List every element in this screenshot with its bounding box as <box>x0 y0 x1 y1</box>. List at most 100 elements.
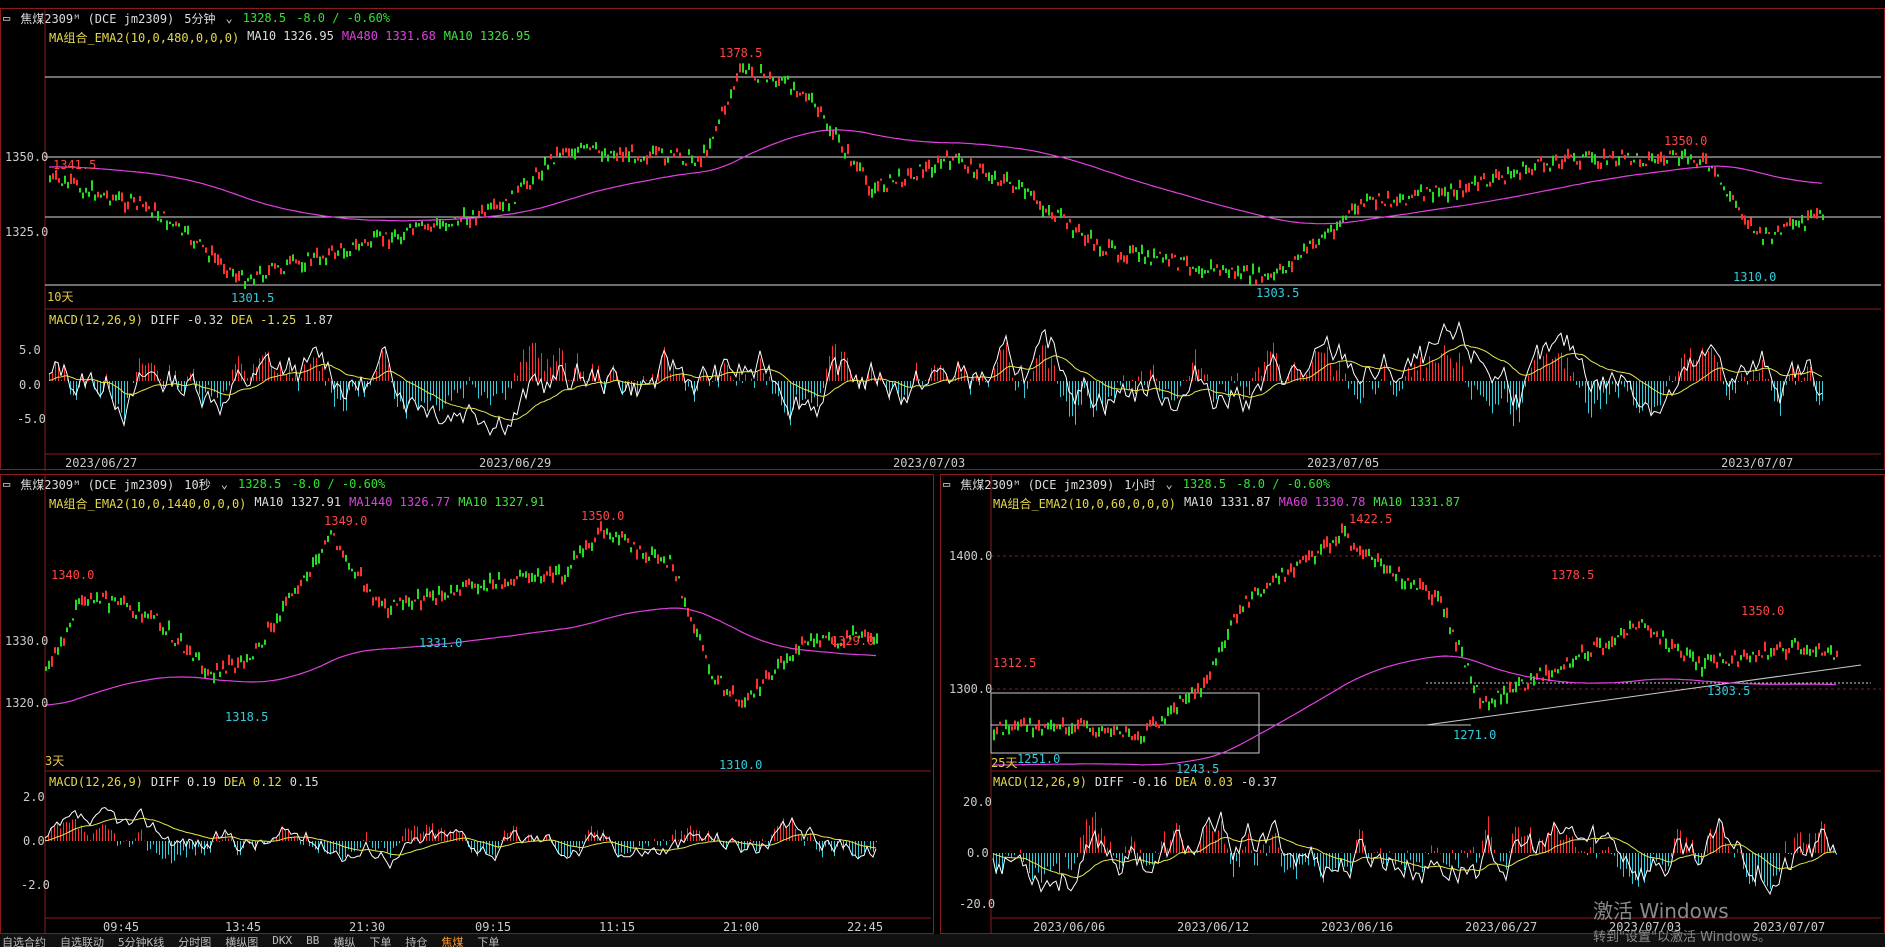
top-macd-ytick-3: -5.0 <box>17 412 46 426</box>
candle <box>1818 643 1820 650</box>
candle <box>420 600 422 611</box>
macd-bar <box>1047 853 1048 867</box>
macd-bar <box>1290 853 1291 868</box>
candle <box>267 621 269 628</box>
macd-bar <box>669 840 670 841</box>
macd-bar <box>1117 381 1118 383</box>
candle <box>1753 230 1755 234</box>
candle <box>100 194 102 198</box>
candle <box>1332 540 1334 543</box>
bottom-left-chart-panel[interactable]: ▭ 焦煤2309ᴹ (DCE jm2309) 10秒 ⌄ 1328.5 -8.0… <box>0 474 935 935</box>
br-xtick-1: 2023/06/06 <box>1033 920 1105 934</box>
candle <box>1164 718 1166 725</box>
top-chart-panel[interactable]: ▭ 焦煤2309ᴹ (DCE jm2309) 5分钟 ⌄ 1328.5 -8.0… <box>0 8 1885 471</box>
macd-bar <box>1428 853 1429 855</box>
candle <box>1081 232 1083 236</box>
macd-bar <box>802 381 803 401</box>
candle <box>1053 723 1055 732</box>
macd-bar <box>1125 846 1126 853</box>
candle <box>771 675 773 681</box>
candle <box>1135 247 1137 252</box>
status-item[interactable]: 横纵图 <box>225 934 258 947</box>
candle <box>256 271 258 275</box>
macd-bar <box>165 841 166 859</box>
macd-bar <box>1249 381 1250 395</box>
candle <box>463 207 465 217</box>
candle <box>1152 716 1154 725</box>
candle <box>1243 265 1245 272</box>
candle <box>324 540 326 545</box>
top-anno-high: 1378.5 <box>719 46 762 60</box>
candle <box>1024 188 1026 200</box>
status-item[interactable]: DKX <box>272 934 292 947</box>
candle <box>1185 693 1187 704</box>
candle <box>507 581 509 587</box>
macd-bar <box>1372 381 1373 390</box>
candle <box>1389 565 1391 574</box>
candle <box>1284 576 1286 583</box>
status-item[interactable]: 横纵 <box>333 934 355 947</box>
candle <box>1371 556 1373 561</box>
macd-bar <box>1584 851 1585 853</box>
candle <box>166 220 168 231</box>
macd-bar <box>489 841 490 855</box>
macd-bar <box>300 841 301 845</box>
status-item[interactable]: 自选联动 <box>60 934 104 947</box>
macd-bar <box>501 840 502 841</box>
br-chart-svg[interactable]: 1400.0 1300.0 20.0 0.0 -20.0 1422.5 1312… <box>941 475 1885 935</box>
candle <box>1672 150 1674 156</box>
candle <box>1398 566 1400 572</box>
macd-bar <box>1614 853 1615 856</box>
macd-bar <box>1483 381 1484 397</box>
status-item-active[interactable]: 焦煤 <box>441 934 463 947</box>
status-item[interactable]: 持仓 <box>405 934 427 947</box>
macd-bar <box>1270 351 1271 381</box>
br-xtick-2: 2023/06/12 <box>1177 920 1249 934</box>
candle <box>604 148 606 156</box>
candle <box>1018 179 1020 190</box>
candle <box>613 150 615 159</box>
candle <box>513 578 515 587</box>
macd-bar <box>136 371 137 381</box>
bl-chart-svg[interactable]: 1330.0 1320.0 2.0 0.0 -2.0 1340.0 1349.0… <box>1 475 935 935</box>
candle <box>130 193 132 199</box>
candle <box>133 196 135 203</box>
candle <box>1572 658 1574 668</box>
status-item[interactable]: 下单 <box>477 934 499 947</box>
candle <box>1324 231 1326 239</box>
candle <box>1792 219 1794 230</box>
candle <box>636 549 638 560</box>
macd-bar <box>789 824 790 841</box>
candle <box>406 227 408 231</box>
macd-bar <box>1050 853 1051 872</box>
status-item[interactable]: 下单 <box>369 934 391 947</box>
status-item[interactable]: 分时图 <box>178 934 211 947</box>
bottom-right-chart-panel[interactable]: ▭ 焦煤2309ᴹ (DCE jm2309) 1小时 ⌄ 1328.5 -8.0… <box>940 474 1885 935</box>
macd-bar <box>1434 851 1435 853</box>
top-chart-svg[interactable]: 1350.0 1325.0 5.0 0.0 -5.0 1378.5 1341.5… <box>1 9 1885 471</box>
status-item[interactable]: 5分钟K线 <box>118 934 164 947</box>
candle <box>825 635 827 639</box>
candle <box>1404 581 1406 590</box>
candle <box>1144 256 1146 265</box>
candle <box>277 265 279 268</box>
macd-bar <box>1146 853 1147 866</box>
status-item[interactable]: 自选合约 <box>2 934 46 947</box>
candle <box>1258 266 1260 273</box>
candle <box>1029 717 1031 724</box>
candle <box>1083 720 1085 727</box>
macd-bar <box>460 381 461 389</box>
candle <box>1677 643 1679 652</box>
macd-bar <box>1627 381 1628 392</box>
macd-bar <box>259 358 260 381</box>
candle <box>274 263 276 269</box>
macd-bar <box>630 841 631 853</box>
candle <box>1183 256 1185 261</box>
status-item[interactable]: BB <box>306 934 319 947</box>
candle <box>318 553 320 564</box>
candle <box>1491 698 1493 704</box>
candle <box>538 171 540 180</box>
candle <box>1401 578 1403 590</box>
macd-bar <box>325 381 326 386</box>
candle <box>112 194 114 201</box>
